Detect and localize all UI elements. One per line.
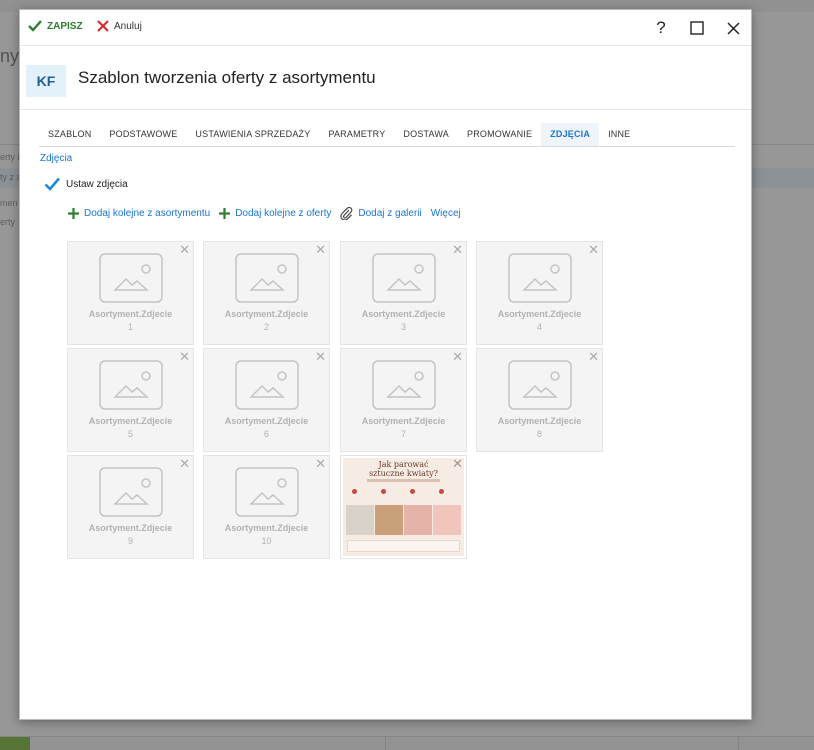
add-from-assortment-label: Dodaj kolejne z asortymentu [84,208,211,219]
dialog-badge: KF [26,65,66,97]
tab-bar: SZABLON PODSTAWOWE USTAWIENIA SPRZEDAŻY … [39,123,735,147]
photo-placeholder-label: Asortyment.Zdjecie 9 [88,523,173,546]
dialog-title: Szablon tworzenia oferty z asortymentu [78,68,376,87]
remove-photo-icon[interactable]: ✕ [179,457,190,470]
set-photos-checkbox[interactable]: Ustaw zdjęcia [44,177,128,191]
save-label: ZAPISZ [47,20,83,32]
tab-promowanie[interactable]: PROMOWANIE [458,123,541,146]
poster-subtitle-bar [367,479,440,482]
set-photos-label: Ustaw zdjęcia [66,178,128,190]
add-from-offer-button[interactable]: Dodaj kolejne z oferty [219,208,331,219]
add-from-gallery-button[interactable]: Dodaj z galerii [340,207,422,220]
photo-placeholder-card[interactable]: ✕ Asortyment.Zdjecie 6 [203,348,330,452]
tab-inne[interactable]: INNE [599,123,639,146]
plus-icon [219,208,231,219]
photo-placeholder-card[interactable]: ✕ Asortyment.Zdjecie 10 [203,455,330,559]
image-placeholder-icon [508,253,572,303]
photo-placeholder-card[interactable]: ✕ Asortyment.Zdjecie 4 [476,241,603,345]
image-placeholder-icon [99,360,163,410]
poster-footer-strip [347,540,460,552]
add-from-offer-label: Dodaj kolejne z oferty [235,208,332,219]
photo-placeholder-label: Asortyment.Zdjecie 2 [224,309,309,332]
image-placeholder-icon [372,360,436,410]
section-link-zdjecia[interactable]: Zdjęcia [40,153,72,164]
uploaded-photo-card[interactable]: Jak parować sztuczne kwiaty? ✕ [340,455,467,559]
remove-photo-icon[interactable]: ✕ [315,457,326,470]
poster-step-dot [439,489,444,494]
cancel-label: Anuluj [114,20,142,32]
image-placeholder-icon [235,253,299,303]
image-placeholder-icon [372,253,436,303]
template-dialog: ZAPISZ Anuluj ? KF Szablon tworzenia ofe… [19,9,752,720]
photo-placeholder-label: Asortyment.Zdjecie 5 [88,416,173,439]
remove-photo-icon[interactable]: ✕ [179,243,190,256]
poster-image-kettle [346,505,374,535]
tab-dostawa[interactable]: DOSTAWA [394,123,458,146]
poster-image-flower [404,505,432,535]
tab-zdjecia[interactable]: ZDJĘCIA [541,123,600,146]
checkmark-icon [28,20,42,32]
remove-photo-icon[interactable]: ✕ [588,350,599,363]
photo-placeholder-label: Asortyment.Zdjecie 7 [361,416,446,439]
photo-placeholder-label: Asortyment.Zdjecie 1 [88,309,173,332]
photo-actions: Dodaj kolejne z asortymentu Dodaj kolejn… [68,207,470,220]
poster-title: Jak parować sztuczne kwiaty? [369,460,438,478]
photo-placeholder-card[interactable]: ✕ Asortyment.Zdjecie 2 [203,241,330,345]
photo-placeholder-card[interactable]: ✕ Asortyment.Zdjecie 9 [67,455,194,559]
remove-photo-icon[interactable]: ✕ [452,243,463,256]
poster-step-dot [352,489,357,494]
remove-photo-icon[interactable]: ✕ [315,243,326,256]
remove-photo-icon[interactable]: ✕ [179,350,190,363]
paperclip-icon [340,207,353,220]
photo-placeholder-card[interactable]: ✕ Asortyment.Zdjecie 1 [67,241,194,345]
poster-step-dot [381,489,386,494]
photo-placeholder-card[interactable]: ✕ Asortyment.Zdjecie 3 [340,241,467,345]
image-placeholder-icon [235,467,299,517]
photo-placeholder-card[interactable]: ✕ Asortyment.Zdjecie 5 [67,348,194,452]
tab-parametry[interactable]: PARAMETRY [319,123,394,146]
remove-photo-icon[interactable]: ✕ [588,243,599,256]
image-placeholder-icon [235,360,299,410]
photo-placeholder-label: Asortyment.Zdjecie 6 [224,416,309,439]
add-from-assortment-button[interactable]: Dodaj kolejne z asortymentu [68,208,210,219]
dialog-toolbar: ZAPISZ Anuluj ? [20,10,751,46]
remove-photo-icon[interactable]: ✕ [452,350,463,363]
poster-step-dot [410,489,415,494]
maximize-button[interactable] [679,17,715,39]
save-button[interactable]: ZAPISZ [28,20,83,32]
plus-icon [68,208,79,219]
close-icon [726,21,740,35]
tab-podstawowe[interactable]: PODSTAWOWE [100,123,186,146]
photo-placeholder-label: Asortyment.Zdjecie 4 [497,309,582,332]
uploaded-photo-thumbnail: Jak parować sztuczne kwiaty? [343,458,464,556]
poster-image-hands [375,505,403,535]
checkbox-checked-icon [44,177,60,191]
cancel-button[interactable]: Anuluj [97,20,142,32]
more-label: Więcej [430,208,461,219]
close-button[interactable] [715,17,751,39]
photo-placeholder-card[interactable]: ✕ Asortyment.Zdjecie 8 [476,348,603,452]
dialog-header: KF Szablon tworzenia oferty z asortyment… [20,46,751,110]
image-placeholder-icon [99,253,163,303]
tab-szablon[interactable]: SZABLON [39,123,100,146]
image-placeholder-icon [99,467,163,517]
window-controls: ? [643,17,751,39]
photo-placeholder-card[interactable]: ✕ Asortyment.Zdjecie 7 [340,348,467,452]
tab-ustawienia-sprzedazy[interactable]: USTAWIENIA SPRZEDAŻY [186,123,319,146]
more-button[interactable]: Więcej [431,208,461,219]
maximize-icon [690,21,704,35]
remove-photo-icon[interactable]: ✕ [315,350,326,363]
photo-placeholder-label: Asortyment.Zdjecie 8 [497,416,582,439]
add-from-gallery-label: Dodaj z galerii [358,208,422,219]
close-x-icon [97,20,109,32]
help-button[interactable]: ? [643,17,679,39]
photo-placeholder-label: Asortyment.Zdjecie 10 [224,523,309,546]
photo-placeholder-label: Asortyment.Zdjecie 3 [361,309,446,332]
poster-image-rose [433,505,461,535]
remove-photo-icon[interactable]: ✕ [452,457,463,470]
image-placeholder-icon [508,360,572,410]
